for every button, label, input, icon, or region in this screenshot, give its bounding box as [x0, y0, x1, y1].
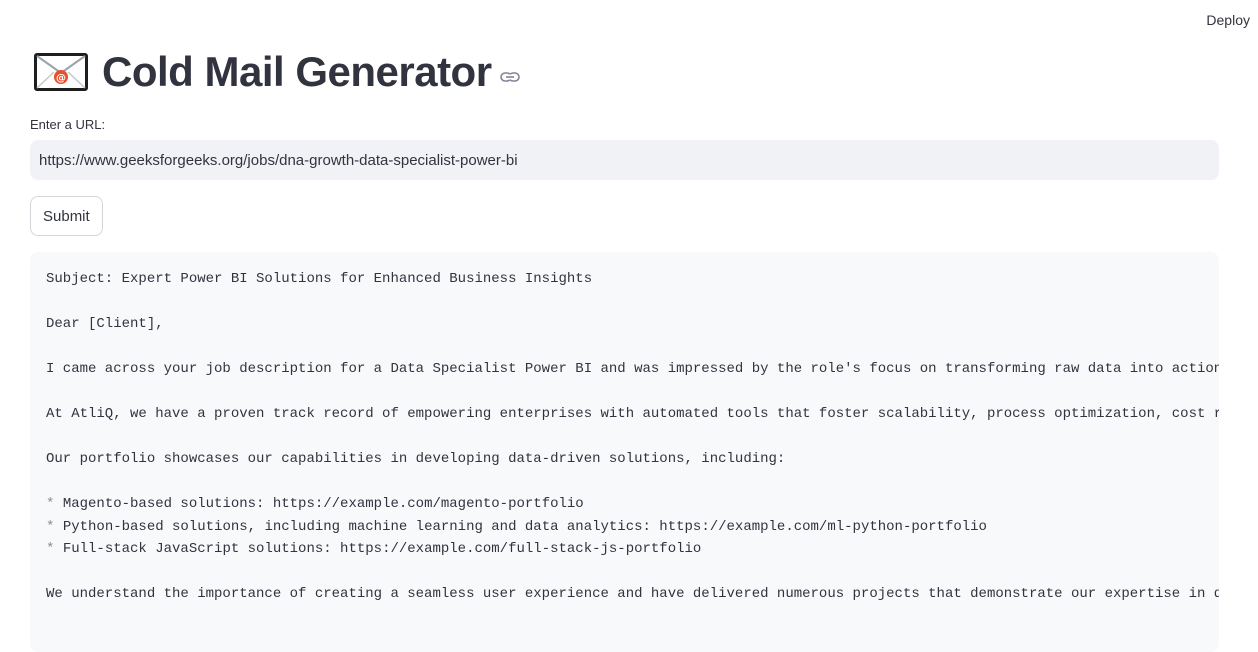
deploy-button[interactable]: Deploy: [1206, 12, 1250, 28]
title-row: @ Cold Mail Generator: [30, 44, 520, 100]
link-icon[interactable]: [499, 70, 520, 84]
svg-text:@: @: [56, 73, 66, 84]
url-label: Enter a URL:: [30, 117, 106, 132]
email-subject: Subject: Expert Power BI Solutions for E…: [46, 271, 593, 287]
envelope-icon: @: [34, 53, 88, 91]
page-title: Cold Mail Generator: [102, 48, 492, 95]
list-item: * Python-based solutions, including mach…: [46, 516, 1219, 539]
list-item-text: Python-based solutions, including machin…: [62, 518, 987, 535]
email-greeting: Dear [Client],: [46, 316, 164, 332]
list-item-text: Full-stack JavaScript solutions: https:/…: [62, 541, 702, 557]
bullet-marker: *: [46, 518, 63, 535]
email-paragraph-2: At AtliQ, we have a proven track record …: [46, 406, 1219, 422]
list-item-text: Magento-based solutions: https://example…: [62, 496, 584, 512]
submit-button[interactable]: Submit: [30, 196, 103, 236]
list-item: * Magento-based solutions: https://examp…: [46, 493, 1219, 516]
list-item: * Full-stack JavaScript solutions: https…: [46, 538, 1219, 561]
app-header: Deploy: [0, 0, 1258, 44]
email-paragraph-4: We understand the importance of creating…: [46, 586, 1219, 602]
email-paragraph-3: Our portfolio showcases our capabilities…: [46, 451, 786, 467]
bullet-marker: *: [46, 496, 63, 512]
bullet-marker: *: [46, 541, 63, 557]
generated-email-block: Subject: Expert Power BI Solutions for E…: [30, 252, 1219, 652]
email-paragraph-1: I came across your job description for a…: [46, 361, 1219, 377]
url-input[interactable]: [30, 140, 1219, 180]
